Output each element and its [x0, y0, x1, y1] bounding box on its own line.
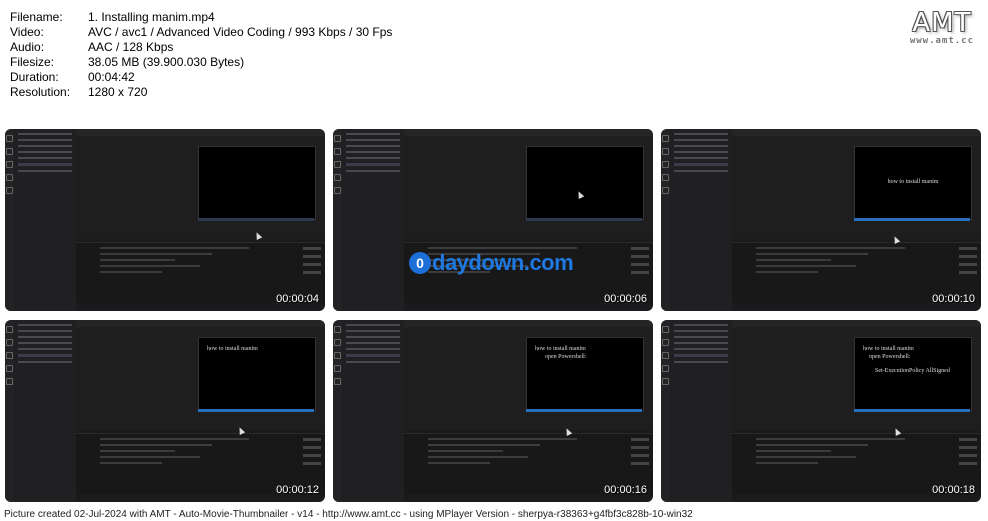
meta-value: 00:04:42 [88, 70, 135, 84]
video-preview [198, 146, 316, 220]
preview-line: Set-ExecutionPolicy AllSigned [875, 368, 950, 374]
timestamp: 00:00:10 [932, 293, 975, 305]
meta-value: AVC / avc1 / Advanced Video Coding / 993… [88, 25, 393, 39]
preview-line: open Powershell: [545, 354, 587, 360]
video-preview [526, 146, 644, 220]
preview-title: how to install manim [863, 346, 914, 352]
logo-url: www.amt.cc [909, 36, 974, 46]
preview-title: how to install manim [887, 179, 939, 185]
meta-key: Filename: [10, 10, 63, 24]
video-thumbnail[interactable]: how to install manim 00:00:12 [5, 320, 325, 502]
video-thumbnail[interactable]: how to install manim open Powershell: 00… [333, 320, 653, 502]
video-preview: how to install manim [854, 146, 972, 220]
preview-progress [198, 409, 314, 412]
preview-progress [854, 409, 970, 412]
tab-bar [732, 129, 981, 136]
amt-logo: AMT www.amt.cc [910, 8, 974, 46]
tab-bar [404, 129, 653, 136]
video-preview: how to install manim open Powershell: [526, 337, 644, 411]
meta-key: Video: [10, 25, 44, 39]
meta-row: Video: AVC / avc1 / Advanced Video Coding… [10, 25, 392, 40]
video-thumbnail[interactable]: 00:00:06 [333, 129, 653, 311]
explorer-sidebar [670, 129, 732, 311]
preview-line: open Powershell: [869, 354, 911, 360]
meta-value: 1280 x 720 [88, 85, 148, 99]
tab-bar [76, 320, 325, 327]
preview-title: how to install manim [535, 346, 586, 352]
logo-title: AMT [912, 8, 972, 38]
activity-bar [333, 129, 342, 311]
terminal-list [959, 247, 977, 279]
preview-progress [198, 218, 314, 221]
terminal-list [303, 247, 321, 279]
activity-bar [5, 320, 14, 502]
activity-bar [333, 320, 342, 502]
preview-title: how to install manim [207, 346, 258, 352]
watermark-text: daydown.com [432, 250, 574, 275]
meta-key: Audio: [10, 40, 45, 54]
activity-bar [5, 129, 14, 311]
timestamp: 00:00:04 [276, 293, 319, 305]
meta-value: AAC / 128 Kbps [88, 40, 174, 54]
timestamp: 00:00:16 [604, 484, 647, 496]
preview-progress [854, 218, 970, 221]
meta-key: Filesize: [10, 55, 55, 69]
watermark-badge: 0 [409, 252, 431, 274]
footer-credit: Picture created 02-Jul-2024 with AMT - A… [4, 509, 693, 520]
video-thumbnail[interactable]: how to install manim open Powershell: Se… [661, 320, 981, 502]
meta-value: 38.05 MB (39.900.030 Bytes) [88, 55, 245, 69]
activity-bar [661, 129, 670, 311]
tab-bar [404, 320, 653, 327]
preview-progress [526, 409, 642, 412]
file-info: Filename: 1. Installing manim.mp4 Video: A… [10, 10, 392, 100]
video-preview: how to install manim open Powershell: Se… [854, 337, 972, 411]
meta-row: Filesize: 38.05 MB (39.900.030 Bytes) [10, 55, 392, 70]
meta-key: Duration: [10, 70, 59, 84]
meta-value: 1. Installing manim.mp4 [88, 10, 215, 24]
video-thumbnail[interactable]: how to install manim 00:00:10 [661, 129, 981, 311]
timestamp: 00:00:12 [276, 484, 319, 496]
terminal-list [631, 247, 649, 279]
tab-bar [732, 320, 981, 327]
terminal-list [631, 438, 649, 470]
video-thumbnail[interactable]: 00:00:04 [5, 129, 325, 311]
explorer-sidebar [670, 320, 732, 502]
timestamp: 00:00:18 [932, 484, 975, 496]
explorer-sidebar [14, 320, 76, 502]
meta-key: Resolution: [10, 85, 71, 99]
meta-row: Audio: AAC / 128 Kbps [10, 40, 392, 55]
terminal-list [959, 438, 977, 470]
terminal-list [303, 438, 321, 470]
meta-row: Resolution: 1280 x 720 [10, 85, 392, 100]
timestamp: 00:00:06 [604, 293, 647, 305]
meta-row: Filename: 1. Installing manim.mp4 [10, 10, 392, 25]
activity-bar [661, 320, 670, 502]
explorer-sidebar [342, 129, 404, 311]
video-preview: how to install manim [198, 337, 316, 411]
explorer-sidebar [14, 129, 76, 311]
meta-row: Duration: 00:04:42 [10, 70, 392, 85]
preview-progress [526, 218, 642, 221]
tab-bar [76, 129, 325, 136]
explorer-sidebar [342, 320, 404, 502]
watermark: 0 daydown.com [409, 250, 574, 276]
